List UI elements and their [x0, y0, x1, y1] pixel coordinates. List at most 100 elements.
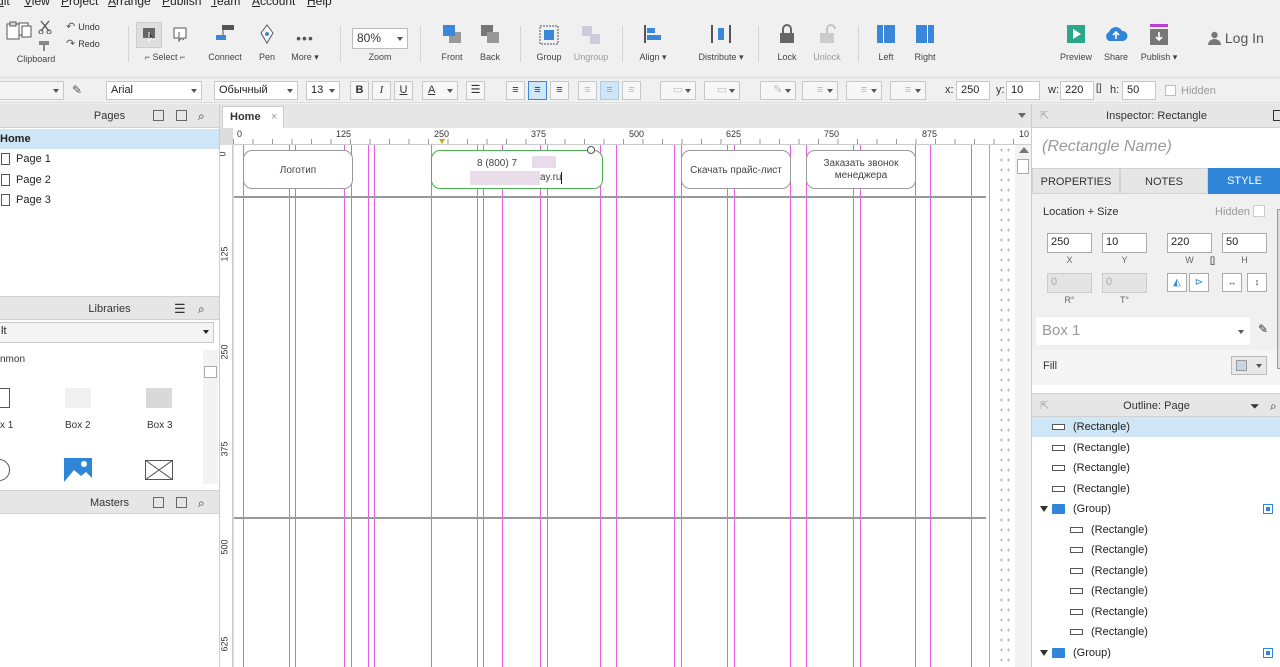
share-button[interactable]: Share	[1100, 10, 1132, 72]
menu-view[interactable]: View	[24, 0, 50, 8]
fit-height-icon[interactable]: ↕	[1247, 273, 1267, 292]
flip-horizontal-icon[interactable]: ◭	[1167, 273, 1187, 292]
outline-rectangle[interactable]: (Rectangle)	[1032, 479, 1280, 499]
page-item-1[interactable]: Page 1	[0, 149, 219, 169]
constrain-proportions-icon[interactable]: []	[1210, 255, 1215, 265]
undo-button[interactable]: ↶ Undo	[66, 20, 126, 34]
scroll-thumb[interactable]	[1017, 159, 1029, 174]
menu-arrange[interactable]: Arrange	[108, 0, 151, 8]
search-icon[interactable]: ⌕	[198, 491, 205, 515]
fill-color-button[interactable]: ▭	[660, 81, 696, 100]
publish-button[interactable]: Publish ▾	[1138, 10, 1180, 72]
shadow-button[interactable]: ▭	[704, 81, 740, 100]
page-item-3[interactable]: Page 3	[0, 190, 219, 210]
expand-arrow-icon[interactable]	[1040, 649, 1048, 656]
ungroup-button[interactable]: Ungroup	[572, 10, 610, 72]
menu-icon[interactable]: ☰	[174, 297, 186, 321]
fill-color-picker[interactable]	[1231, 356, 1267, 375]
library-box3[interactable]	[146, 388, 172, 408]
select-tool[interactable]: ⌐ Select ⌐	[134, 10, 196, 72]
w-field[interactable]: 220	[1060, 81, 1094, 100]
cut-icon[interactable]	[38, 20, 52, 34]
outline-rectangle[interactable]: (Rectangle)	[1032, 438, 1280, 458]
outline-rectangle[interactable]: (Rectangle)	[1032, 417, 1280, 437]
align-center-button[interactable]: ≡	[528, 81, 547, 100]
group-select-icon[interactable]	[1263, 504, 1273, 514]
align-right-button[interactable]: ≡	[550, 81, 569, 100]
outline-group[interactable]: (Group)	[1032, 643, 1280, 663]
more-tools-button[interactable]: ••• More ▾	[287, 10, 323, 72]
scroll-up-icon[interactable]	[1019, 147, 1029, 153]
library-scroll-thumb[interactable]	[204, 366, 217, 378]
tab-home[interactable]: Home ×	[222, 106, 284, 128]
phone-box-selected[interactable]: 8 (800) 7 ay.ru	[431, 146, 603, 189]
valign-middle-button[interactable]: ≡	[600, 81, 619, 100]
underline-button[interactable]: U	[394, 81, 413, 100]
add-page-icon[interactable]	[153, 110, 164, 121]
page-item-home[interactable]: Home	[0, 129, 219, 149]
shape-name-field[interactable]: (Rectangle Name)	[1042, 138, 1172, 156]
flip-vertical-icon[interactable]: ⊳	[1189, 273, 1209, 292]
library-ellipse[interactable]	[0, 459, 10, 481]
style-select[interactable]: Box 1	[1035, 316, 1251, 346]
edit-style-icon[interactable]: ✎	[1258, 322, 1268, 336]
inspector-x-field[interactable]: 250	[1047, 233, 1092, 253]
line-style-button[interactable]: ≡	[846, 81, 882, 100]
logo-box[interactable]: Логотип	[243, 150, 353, 189]
fit-width-icon[interactable]: ↔	[1222, 273, 1242, 292]
design-canvas[interactable]: Логотип 8 (800) 7 ay.ru Скачать прайс-ли…	[234, 145, 1015, 667]
close-tab-icon[interactable]: ×	[271, 107, 277, 127]
preview-button[interactable]: Preview	[1058, 10, 1094, 72]
text-rotation-field[interactable]: 0	[1102, 273, 1147, 293]
align-left-button[interactable]: ≡	[506, 81, 525, 100]
inspector-w-field[interactable]: 220	[1167, 233, 1212, 253]
valign-top-button[interactable]: ≡	[578, 81, 597, 100]
line-width-button[interactable]: ≡	[802, 81, 838, 100]
search-icon[interactable]: ⌕	[1270, 394, 1277, 418]
tab-notes[interactable]: NOTES	[1120, 168, 1208, 194]
collapse-icon[interactable]: ⇱	[1040, 104, 1049, 128]
menu-publish[interactable]: Publish	[162, 0, 201, 8]
distribute-button[interactable]: Distribute ▾	[694, 10, 748, 72]
font-family-select[interactable]: Arial	[106, 81, 202, 100]
menu-help[interactable]: Help	[307, 0, 332, 8]
menu-team[interactable]: Team	[211, 0, 240, 8]
library-box2[interactable]	[65, 388, 91, 408]
valign-bottom-button[interactable]: ≡	[622, 81, 641, 100]
tab-properties[interactable]: PROPERTIES	[1032, 168, 1120, 194]
zoom-select[interactable]: 80%	[352, 28, 408, 49]
pen-tool[interactable]: Pen	[252, 10, 282, 72]
outline-rectangle[interactable]: (Rectangle)	[1032, 622, 1280, 642]
text-color-button[interactable]: A	[422, 81, 458, 100]
login-button[interactable]: Log In	[1208, 30, 1264, 50]
unlock-button[interactable]: Unlock	[808, 10, 846, 72]
library-select[interactable]: lt	[0, 322, 214, 343]
outline-rectangle[interactable]: (Rectangle)	[1032, 520, 1280, 540]
bold-button[interactable]: B	[350, 81, 369, 100]
hidden-checkbox[interactable]	[1253, 205, 1265, 217]
rotate-handle-icon[interactable]	[587, 146, 595, 154]
add-master-icon[interactable]	[153, 497, 164, 508]
connect-tool[interactable]: Connect	[203, 10, 247, 72]
popout-icon[interactable]	[1273, 110, 1280, 121]
send-back-button[interactable]: Back	[474, 10, 506, 72]
menu-edit[interactable]: dit	[0, 0, 10, 8]
style-edit-icon[interactable]: ✎	[72, 83, 82, 97]
collapse-icon[interactable]: ⇱	[1040, 394, 1049, 418]
search-icon[interactable]: ⌕	[198, 104, 205, 128]
group-select-icon[interactable]	[1263, 647, 1273, 658]
outline-group[interactable]: (Group)	[1032, 499, 1280, 519]
rotation-field[interactable]: 0	[1047, 273, 1092, 293]
outline-rectangle[interactable]: (Rectangle)	[1032, 602, 1280, 622]
canvas-scrollbar[interactable]	[1015, 145, 1032, 667]
menu-project[interactable]: Project	[61, 0, 98, 8]
library-box1[interactable]	[0, 388, 10, 408]
call-manager-box[interactable]: Заказать звонок менеджера	[806, 150, 916, 189]
bullet-list-button[interactable]: ☰	[466, 81, 485, 100]
style-select[interactable]	[0, 81, 64, 100]
right-panel-toggle[interactable]: Right	[910, 10, 940, 72]
font-size-select[interactable]: 13	[306, 81, 340, 100]
hidden-checkbox[interactable]	[1165, 85, 1176, 96]
expand-arrow-icon[interactable]	[1040, 506, 1048, 512]
lock-button[interactable]: Lock	[772, 10, 802, 72]
